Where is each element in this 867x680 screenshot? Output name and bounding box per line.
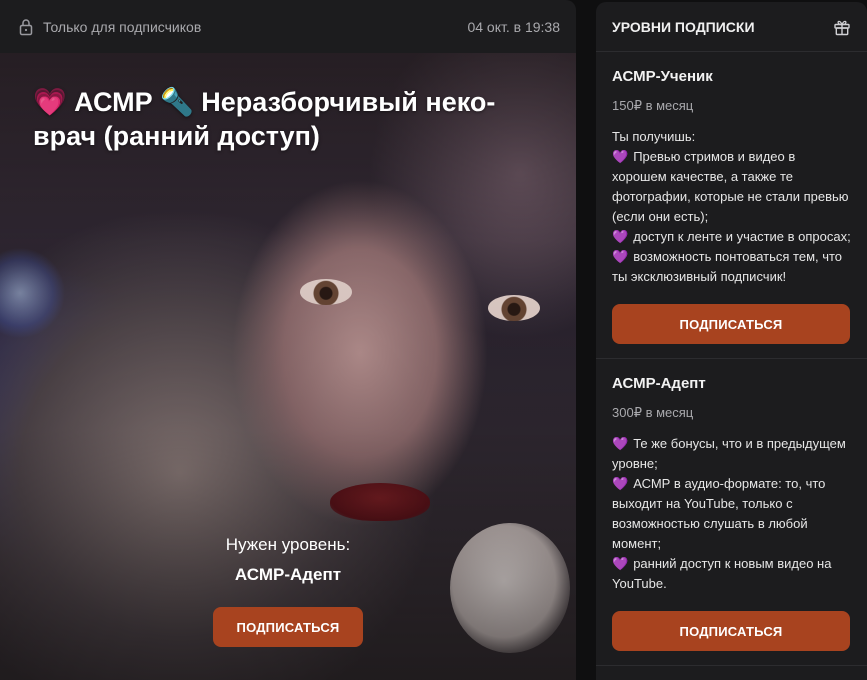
tier-subscribe-button[interactable]: ПОДПИСАТЬСЯ xyxy=(612,611,850,651)
title-emoji-heart: 💗 xyxy=(33,87,67,117)
purple-heart-icon: 💜 xyxy=(612,436,629,451)
tier-perk-text: доступ к ленте и участие в опросах; xyxy=(633,229,851,244)
purple-heart-icon: 💜 xyxy=(612,149,629,164)
tier-perk: 💜 Те же бонусы, что и в предыдущем уровне… xyxy=(612,434,851,474)
tier-perk-text: Те же бонусы, что и в предыдущем уровне; xyxy=(612,436,846,471)
tiers-header: УРОВНИ ПОДПИСКИ xyxy=(596,2,867,52)
tier-perk: 💜 доступ к ленте и участие в опросах; xyxy=(612,227,851,247)
title-part-1: АСМР xyxy=(74,87,153,117)
post-title: 💗 АСМР 🔦 Неразборчивый неко-врач (ранний… xyxy=(33,85,553,153)
tier-name: АСМР-Адепт xyxy=(612,375,706,392)
access-indicator: Только для подписчиков xyxy=(18,18,201,36)
subscription-tiers-panel: УРОВНИ ПОДПИСКИ АСМР-Ученик 150₽ в месяц… xyxy=(596,2,867,680)
tiers-title: УРОВНИ ПОДПИСКИ xyxy=(612,18,755,35)
tier-perk: 💜 ранний доступ к новым видео на YouTube. xyxy=(612,554,851,594)
overlay-subscribe-button[interactable]: ПОДПИСАТЬСЯ xyxy=(213,607,363,647)
tier-perk: 💜 Превью стримов и видео в хорошем качест… xyxy=(612,147,851,227)
tier-perk-text: Превью стримов и видео в хорошем качеств… xyxy=(612,149,849,224)
tier-subscribe-button[interactable]: ПОДПИСАТЬСЯ xyxy=(612,304,850,344)
tier-intro: Ты получишь: xyxy=(612,129,696,144)
post-header: Только для подписчиков 04 окт. в 19:38 xyxy=(0,0,576,53)
locked-overlay: Нужен уровень: АСМР-Адепт ПОДПИСАТЬСЯ xyxy=(0,535,576,647)
tier-perk-text: АСМР в аудио-формате: то, что выходит на… xyxy=(612,476,826,551)
tier-description: Ты получишь: 💜 Превью стримов и видео в х… xyxy=(612,127,851,287)
tier-perk: 💜 возможность понтоваться тем, что ты экс… xyxy=(612,247,851,287)
tier-name: АСМР-Ученик xyxy=(612,68,713,85)
purple-heart-icon: 💜 xyxy=(612,556,629,571)
post-date: 04 окт. в 19:38 xyxy=(467,18,560,35)
purple-heart-icon: 💜 xyxy=(612,476,629,491)
title-emoji-flashlight: 🔦 xyxy=(160,87,194,117)
gift-icon[interactable] xyxy=(833,18,851,36)
tier-perk-text: возможность понтоваться тем, что ты экск… xyxy=(612,249,843,284)
tier-card-asmr-adept: АСМР-Адепт 300₽ в месяц 💜 Те же бонусы, ч… xyxy=(596,359,867,666)
tier-perk: 💜 АСМР в аудио-формате: то, что выходит н… xyxy=(612,474,851,554)
required-level-name: АСМР-Адепт xyxy=(234,565,342,584)
tier-price: 150₽ в месяц xyxy=(612,98,694,113)
tier-card-asmr-student: АСМР-Ученик 150₽ в месяц Ты получишь: 💜 П… xyxy=(596,52,867,359)
tier-perk-text: ранний доступ к новым видео на YouTube. xyxy=(612,556,832,591)
purple-heart-icon: 💜 xyxy=(612,229,629,244)
purple-heart-icon: 💜 xyxy=(612,249,629,264)
tier-price: 300₽ в месяц xyxy=(612,405,694,420)
required-level-label: Нужен уровень: xyxy=(225,535,351,554)
lock-icon xyxy=(19,18,33,35)
tier-description: 💜 Те же бонусы, что и в предыдущем уровне… xyxy=(612,434,851,594)
access-label: Только для подписчиков xyxy=(43,18,202,35)
post-card: Только для подписчиков 04 окт. в 19:38 💗… xyxy=(0,0,576,680)
